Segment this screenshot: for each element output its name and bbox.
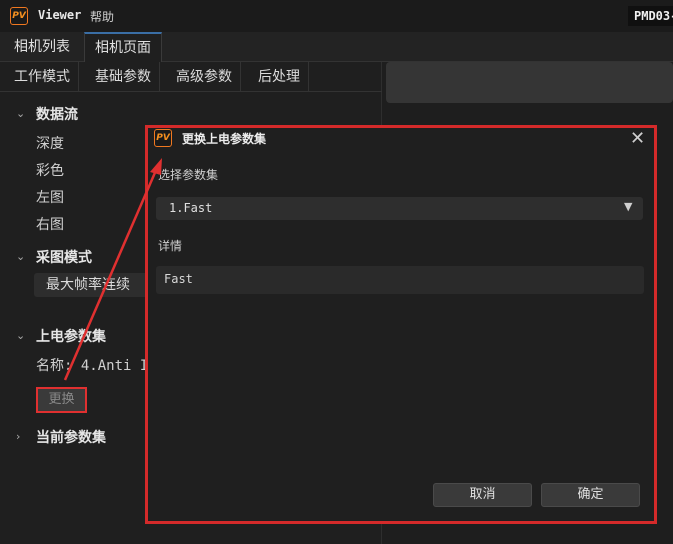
tab-basic-params[interactable]: 基础参数 (87, 62, 160, 92)
tab-camera-list[interactable]: 相机列表 (4, 32, 80, 62)
tab-advanced-params[interactable]: 高级参数 (168, 62, 241, 92)
stream-item-color[interactable]: 彩色 (36, 160, 64, 180)
cancel-button[interactable]: 取消 (433, 483, 532, 507)
stream-item-right[interactable]: 右图 (36, 214, 64, 234)
stream-item-left[interactable]: 左图 (36, 187, 64, 207)
tab-post-process[interactable]: 后处理 (250, 62, 309, 92)
tab-camera-page[interactable]: 相机页面 (84, 32, 162, 62)
tab-work-mode[interactable]: 工作模式 (6, 62, 79, 92)
right-top-box (386, 62, 673, 103)
app-title: Viewer (38, 8, 82, 22)
change-param-set-dialog (145, 125, 657, 524)
capture-mode-select[interactable]: 最大帧率连续 (34, 273, 154, 297)
ok-button[interactable]: 确定 (541, 483, 640, 507)
change-button[interactable]: 更换 (36, 387, 87, 413)
detail-label: 详情 (158, 239, 183, 253)
section-power-param-set[interactable]: 上电参数集 (36, 326, 106, 346)
section-capture-mode[interactable]: 采图模式 (36, 247, 92, 267)
chevron-right-icon[interactable]: › (16, 430, 20, 443)
menu-help[interactable]: 帮助 (90, 8, 114, 25)
stream-item-depth[interactable]: 深度 (36, 133, 64, 153)
chevron-down-icon[interactable]: ⌄ (16, 329, 25, 342)
chevron-down-icon[interactable]: ⌄ (16, 250, 25, 263)
section-data-stream[interactable]: 数据流 (36, 104, 78, 124)
dialog-logo: PV (154, 129, 172, 147)
app-logo: PV (10, 7, 28, 25)
detail-field (156, 266, 644, 294)
dialog-title: 更换上电参数集 (182, 132, 267, 146)
dropdown-arrow-icon[interactable]: ▼ (624, 200, 632, 213)
power-param-set-name: 名称: 4.Anti I (36, 358, 149, 374)
param-set-select[interactable] (156, 197, 643, 220)
detail-value: Fast (164, 272, 193, 286)
select-param-set-label: 选择参数集 (158, 168, 219, 182)
device-name-label: PMD03- (628, 6, 673, 26)
close-icon[interactable]: ✕ (630, 128, 645, 149)
section-current-param-set[interactable]: 当前参数集 (36, 427, 106, 447)
chevron-down-icon[interactable]: ⌄ (16, 107, 25, 120)
param-set-select-value[interactable]: 1.Fast (169, 201, 212, 215)
